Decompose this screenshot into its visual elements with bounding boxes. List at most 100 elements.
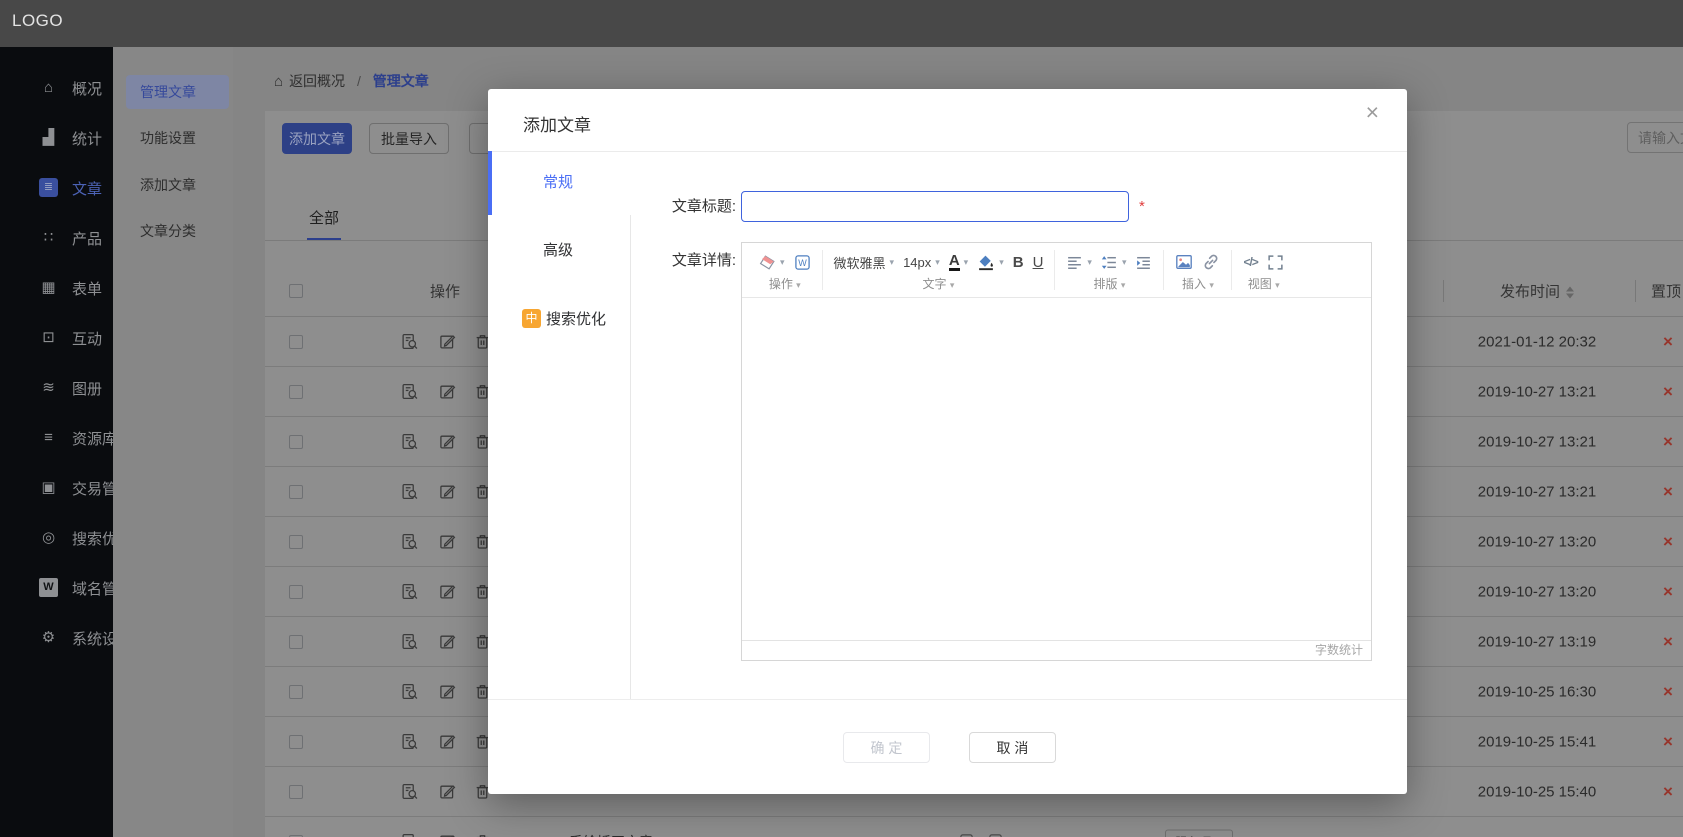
word-count-label[interactable]: 字数统计	[1315, 643, 1363, 657]
caret-down-icon[interactable]: ▾	[1087, 257, 1092, 268]
row-checkbox[interactable]	[289, 735, 303, 749]
caret-down-icon[interactable]: ▾	[890, 257, 895, 268]
insert-link-icon[interactable]	[1202, 253, 1220, 271]
underline-button[interactable]: U	[1033, 254, 1044, 271]
sidebar-item-文章[interactable]: ≣文章	[0, 162, 113, 212]
edit-article-icon[interactable]	[439, 783, 457, 801]
modal-tab-seo[interactable]: 中搜索优化	[492, 285, 630, 351]
toolbar-label-layout[interactable]: 排版 ▾	[1066, 277, 1152, 293]
not-pinned-icon[interactable]: ×	[1663, 482, 1683, 502]
tag-icon[interactable]	[988, 833, 1006, 837]
submenu-item-文章分类[interactable]: 文章分类	[126, 214, 229, 248]
sidebar-item-域名管理[interactable]: W域名管理	[0, 562, 113, 612]
add-article-button[interactable]: 添加文章	[282, 123, 352, 154]
edit-article-icon[interactable]	[439, 483, 457, 501]
not-pinned-icon[interactable]: ×	[1663, 432, 1683, 452]
row-checkbox[interactable]	[289, 535, 303, 549]
submenu-item-功能设置[interactable]: 功能设置	[126, 121, 229, 155]
row-checkbox[interactable]	[289, 335, 303, 349]
word-paste-icon[interactable]: W	[794, 254, 811, 271]
close-icon[interactable]: ×	[1366, 101, 1379, 124]
not-pinned-icon[interactable]: ×	[1663, 382, 1683, 402]
column-header-publish-time[interactable]: 发布时间	[1457, 281, 1617, 302]
row-checkbox[interactable]	[289, 385, 303, 399]
tag-icon[interactable]	[959, 833, 977, 837]
sidebar-item-表单[interactable]: ▦表单	[0, 262, 113, 312]
insert-image-icon[interactable]	[1175, 253, 1193, 271]
toolbar-label-text[interactable]: 文字 ▾	[834, 277, 1044, 293]
submenu-item-添加文章[interactable]: 添加文章	[126, 168, 229, 202]
breadcrumb-back-link[interactable]: 返回概况	[289, 73, 345, 89]
edit-article-icon[interactable]	[439, 833, 457, 837]
caret-down-icon[interactable]: ▾	[964, 257, 969, 268]
caret-down-icon[interactable]: ▾	[999, 257, 1004, 268]
view-article-icon[interactable]	[401, 733, 419, 751]
tab-all[interactable]: 全部	[307, 207, 341, 240]
not-pinned-icon[interactable]: ×	[1663, 532, 1683, 552]
submenu-item-管理文章[interactable]: 管理文章	[126, 75, 229, 109]
home-icon[interactable]: ⌂	[274, 73, 283, 90]
toolbar-label-insert[interactable]: 插入 ▾	[1175, 277, 1220, 293]
sidebar-item-统计[interactable]: ▟统计	[0, 112, 113, 162]
article-title[interactable]: 手绘插画文章	[569, 832, 653, 837]
sidebar-item-产品[interactable]: ∷产品	[0, 212, 113, 262]
sidebar-item-系统设置[interactable]: ⚙系统设置	[0, 612, 113, 662]
view-article-icon[interactable]	[401, 433, 419, 451]
sidebar-item-互动[interactable]: ⊡互动	[0, 312, 113, 362]
view-article-icon[interactable]	[401, 833, 419, 837]
row-checkbox[interactable]	[289, 485, 303, 499]
not-pinned-icon[interactable]: ×	[1663, 782, 1683, 802]
delete-article-icon[interactable]	[474, 833, 492, 837]
edit-article-icon[interactable]	[439, 633, 457, 651]
font-color-button[interactable]: A	[949, 253, 960, 271]
view-article-icon[interactable]	[401, 533, 419, 551]
confirm-button[interactable]: 确 定	[843, 732, 930, 763]
line-height-button[interactable]	[1101, 254, 1118, 271]
bg-color-bucket-icon[interactable]	[977, 254, 995, 271]
select-all-checkbox[interactable]	[289, 284, 303, 298]
sidebar-item-交易管理[interactable]: ▣交易管理	[0, 462, 113, 512]
view-article-icon[interactable]	[401, 783, 419, 801]
font-size-select[interactable]: 14px	[903, 255, 931, 270]
indent-button[interactable]	[1135, 254, 1152, 271]
align-button[interactable]	[1066, 254, 1083, 271]
row-checkbox[interactable]	[289, 785, 303, 799]
toolbar-label-operation[interactable]: 操作 ▾	[759, 277, 811, 293]
edit-article-icon[interactable]	[439, 433, 457, 451]
bold-button[interactable]: B	[1013, 254, 1024, 271]
view-article-icon[interactable]	[401, 383, 419, 401]
sort-carets-icon[interactable]	[1566, 287, 1574, 299]
sidebar-item-概况[interactable]: ⌂概况	[0, 62, 113, 112]
editor-content[interactable]	[742, 299, 1371, 640]
font-family-select[interactable]: 微软雅黑	[834, 253, 886, 272]
not-pinned-icon[interactable]: ×	[1663, 682, 1683, 702]
view-article-icon[interactable]	[401, 683, 419, 701]
row-checkbox[interactable]	[289, 635, 303, 649]
not-pinned-icon[interactable]: ×	[1663, 582, 1683, 602]
view-article-icon[interactable]	[401, 483, 419, 501]
not-pinned-icon[interactable]: ×	[1663, 632, 1683, 652]
edit-article-icon[interactable]	[439, 533, 457, 551]
search-input[interactable]	[1627, 122, 1683, 153]
batch-import-button[interactable]: 批量导入	[369, 123, 449, 154]
row-checkbox[interactable]	[289, 685, 303, 699]
toolbar-label-view[interactable]: 视图 ▾	[1243, 277, 1283, 293]
caret-down-icon[interactable]: ▾	[935, 257, 940, 268]
row-checkbox[interactable]	[289, 585, 303, 599]
edit-article-icon[interactable]	[439, 683, 457, 701]
edit-article-icon[interactable]	[439, 733, 457, 751]
row-checkbox[interactable]	[289, 435, 303, 449]
view-article-icon[interactable]	[401, 333, 419, 351]
article-title-input[interactable]	[741, 191, 1129, 222]
caret-down-icon[interactable]: ▾	[1122, 257, 1127, 268]
source-code-button[interactable]: </>	[1243, 255, 1257, 269]
modal-tab-general[interactable]: 常规	[492, 151, 630, 215]
sidebar-item-资源库[interactable]: ≡资源库	[0, 412, 113, 462]
view-article-icon[interactable]	[401, 633, 419, 651]
not-pinned-icon[interactable]: ×	[1663, 332, 1683, 352]
modal-tab-advanced[interactable]: 高级	[492, 223, 630, 279]
sidebar-item-搜索优化[interactable]: ◎搜索优化	[0, 512, 113, 562]
sidebar-item-图册[interactable]: ≋图册	[0, 362, 113, 412]
edit-article-icon[interactable]	[439, 333, 457, 351]
not-pinned-icon[interactable]: ×	[1663, 732, 1683, 752]
